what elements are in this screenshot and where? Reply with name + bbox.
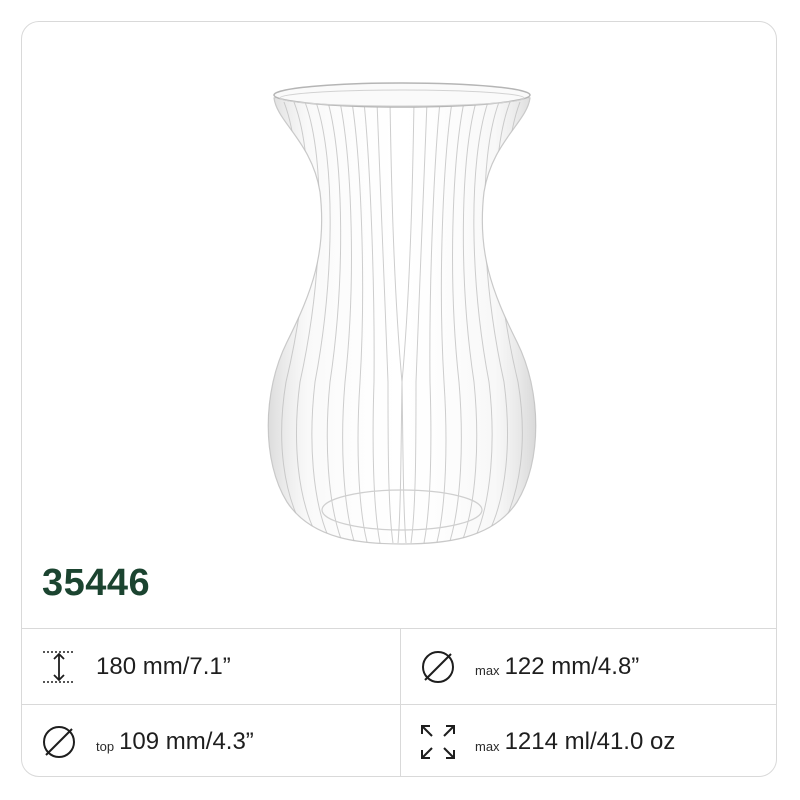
product-code: 35446 [42,562,151,604]
capacity-prefix: max [475,738,500,754]
top-diameter-prefix: top [96,738,115,754]
spec-capacity: max 1214 ml/41.0 oz [400,704,776,776]
height-icon [40,648,78,686]
max-diameter-value: 122 mm/4.8” [504,652,640,680]
volume-expand-icon [419,723,457,761]
product-image [22,22,776,582]
max-diameter-prefix: max [475,663,500,678]
product-card: 35446 180 mm/7.1” max 122 mm/4.8” top 10… [21,21,777,777]
diameter-icon [419,648,457,686]
spec-top-diameter: top 109 mm/4.3” [22,704,400,776]
capacity-value: 1214 ml/41.0 oz [504,728,676,755]
spec-max-diameter: max 122 mm/4.8” [400,629,776,704]
height-value: 180 mm/7.1” [96,652,231,680]
spec-height: 180 mm/7.1” [22,629,400,704]
top-diameter-value: 109 mm/4.3” [119,728,254,755]
specs-grid: 180 mm/7.1” max 122 mm/4.8” top 109 mm/4… [22,628,776,776]
diameter-icon [40,723,78,761]
